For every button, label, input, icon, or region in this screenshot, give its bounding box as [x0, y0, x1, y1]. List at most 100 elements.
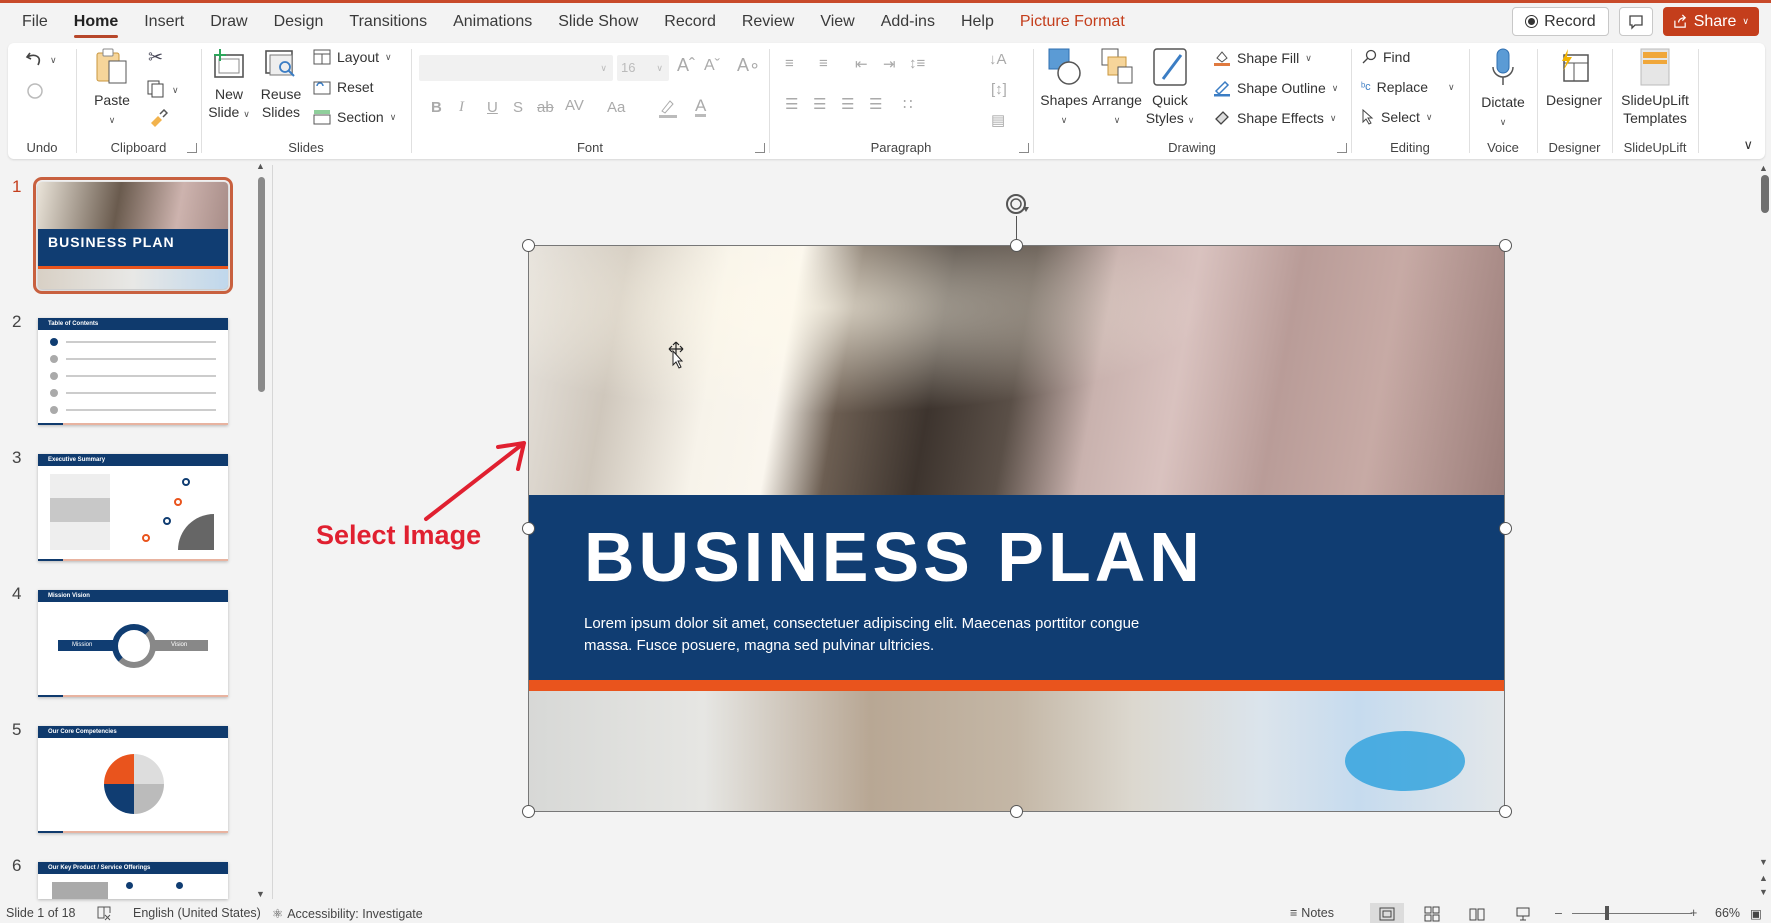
columns-icon[interactable]: ∷ [903, 95, 913, 113]
clear-formatting-icon[interactable]: A∘ [737, 55, 760, 76]
scroll-down-icon[interactable]: ▼ [1759, 857, 1768, 867]
tab-file[interactable]: File [22, 13, 48, 31]
slideuplift-templates-button[interactable]: SlideUpLift Templates [1614, 47, 1696, 127]
layout-button[interactable]: Layout ∨ [313, 49, 392, 65]
tab-record[interactable]: Record [664, 13, 716, 31]
tab-add-ins[interactable]: Add-ins [881, 13, 935, 31]
thumbnail-slide-6[interactable]: Our Key Product / Service Offerings [38, 862, 228, 899]
underline-button[interactable]: U [487, 99, 498, 116]
quick-styles-button[interactable]: Quick Styles ∨ [1145, 47, 1195, 129]
copy-dropdown[interactable]: ∨ [172, 85, 179, 96]
strikethrough-button[interactable]: ab [537, 99, 554, 116]
change-case-button[interactable]: Aa [607, 99, 625, 116]
accessibility-button[interactable]: ⚛ Accessibility: Investigate [272, 906, 423, 922]
shrink-font-icon[interactable]: Aˇ [704, 57, 720, 75]
drawing-launcher[interactable] [1337, 143, 1347, 153]
thumbnails-scrollbar[interactable]: ▲ ▼ [256, 161, 266, 899]
smartart-icon[interactable]: ▤ [991, 111, 1005, 129]
select-button[interactable]: Select ∨ [1361, 109, 1433, 125]
record-button[interactable]: Record [1512, 7, 1609, 36]
clipboard-launcher[interactable] [187, 143, 197, 153]
find-button[interactable]: Find [1361, 49, 1410, 65]
numbering-icon[interactable]: ≡ [819, 55, 828, 72]
highlight-icon[interactable] [657, 97, 679, 119]
spelling-check-icon[interactable] [96, 905, 112, 921]
notes-button[interactable]: ≡ Notes [1290, 906, 1334, 920]
section-button[interactable]: Section ∨ [313, 109, 396, 125]
zoom-slider[interactable] [1572, 913, 1692, 914]
reading-view-icon[interactable] [1469, 906, 1485, 922]
language-indicator[interactable]: English (United States) [133, 906, 261, 920]
slide-sorter-icon[interactable] [1424, 906, 1440, 922]
bold-button[interactable]: B [431, 99, 442, 116]
justify-icon[interactable]: ☰ [869, 95, 882, 113]
bullets-icon[interactable]: ≡ [785, 55, 794, 72]
tab-home[interactable]: Home [73, 13, 119, 38]
paragraph-launcher[interactable] [1019, 143, 1029, 153]
normal-view-button[interactable] [1370, 903, 1404, 923]
thumbnail-slide-4[interactable]: Mission Vision Mission Vision [38, 590, 228, 697]
replace-button[interactable]: ᵇc Replace ∨ [1361, 79, 1455, 95]
shape-outline-button[interactable]: Shape Outline ∨ [1213, 79, 1338, 97]
scroll-down-icon[interactable]: ▼ [256, 889, 265, 899]
tab-picture-format[interactable]: Picture Format [1020, 13, 1125, 31]
collapse-ribbon-icon[interactable]: ∨ [1743, 137, 1753, 153]
editor-scrollbar[interactable]: ▲ ▼ ▲ ▼ [1758, 163, 1770, 899]
decrease-indent-icon[interactable]: ⇤ [855, 55, 868, 73]
dictate-button[interactable]: Dictate ∨ [1477, 47, 1529, 131]
shape-effects-button[interactable]: Shape Effects ∨ [1213, 109, 1337, 127]
font-color-icon[interactable]: A [695, 97, 707, 117]
resize-handle-top-left[interactable] [522, 239, 535, 252]
font-name-dropdown[interactable]: ∨ [419, 55, 613, 81]
grow-font-icon[interactable]: Aˆ [677, 55, 695, 76]
resize-handle-top[interactable] [1010, 239, 1023, 252]
resize-handle-bottom[interactable] [1010, 805, 1023, 818]
italic-button[interactable]: I [459, 99, 464, 116]
align-left-icon[interactable]: ☰ [785, 95, 798, 113]
tab-slide-show[interactable]: Slide Show [558, 13, 638, 31]
align-right-icon[interactable]: ☰ [841, 95, 854, 113]
previous-slide-icon[interactable]: ▲ [1759, 873, 1768, 883]
designer-button[interactable]: Designer [1541, 47, 1607, 109]
text-direction-icon[interactable]: ↓A [989, 51, 1007, 68]
comments-button[interactable] [1618, 7, 1653, 36]
reuse-slides-button[interactable]: Reuse Slides [257, 47, 305, 121]
reset-button[interactable]: Reset [313, 79, 374, 95]
font-launcher[interactable] [755, 143, 765, 153]
increase-indent-icon[interactable]: ⇥ [883, 55, 896, 73]
fit-to-window-icon[interactable]: ▣ [1750, 906, 1762, 921]
scroll-up-icon[interactable]: ▲ [1759, 163, 1768, 173]
font-size-dropdown[interactable]: 16 ∨ [617, 55, 669, 81]
chevron-down-icon[interactable]: ∨ [1742, 16, 1749, 27]
tab-help[interactable]: Help [961, 13, 994, 31]
undo-icon[interactable] [24, 49, 46, 71]
copy-icon[interactable] [146, 79, 166, 99]
paste-button[interactable]: Paste ∨ [90, 47, 134, 129]
character-spacing-button[interactable]: AV [565, 97, 584, 114]
tab-animations[interactable]: Animations [453, 13, 532, 31]
tab-transitions[interactable]: Transitions [349, 13, 427, 31]
tab-insert[interactable]: Insert [144, 13, 184, 31]
tab-design[interactable]: Design [274, 13, 324, 31]
redo-icon[interactable] [24, 79, 46, 101]
tab-view[interactable]: View [820, 13, 854, 31]
zoom-level[interactable]: 66% [1715, 906, 1740, 920]
align-center-icon[interactable]: ☰ [813, 95, 826, 113]
text-shadow-button[interactable]: S [513, 99, 523, 116]
thumbnail-slide-3[interactable]: Executive Summary [38, 454, 228, 561]
resize-handle-bottom-left[interactable] [522, 805, 535, 818]
tab-review[interactable]: Review [742, 13, 794, 31]
resize-handle-right[interactable] [1499, 522, 1512, 535]
arrange-button[interactable]: Arrange ∨ [1091, 47, 1143, 129]
shapes-button[interactable]: Shapes ∨ [1039, 47, 1089, 129]
tab-draw[interactable]: Draw [210, 13, 247, 31]
resize-handle-top-right[interactable] [1499, 239, 1512, 252]
cut-icon[interactable]: ✂ [148, 47, 163, 68]
thumbnail-slide-5[interactable]: Our Core Competencies [38, 726, 228, 833]
zoom-slider-thumb[interactable] [1605, 906, 1609, 920]
new-slide-button[interactable]: New Slide ∨ [205, 47, 253, 123]
thumbnail-slide-1[interactable]: BUSINESS PLAN [33, 177, 233, 294]
scrollbar-thumb[interactable] [1761, 175, 1769, 213]
thumbnail-slide-2[interactable]: Table of Contents [38, 318, 228, 425]
format-painter-icon[interactable] [148, 109, 168, 129]
